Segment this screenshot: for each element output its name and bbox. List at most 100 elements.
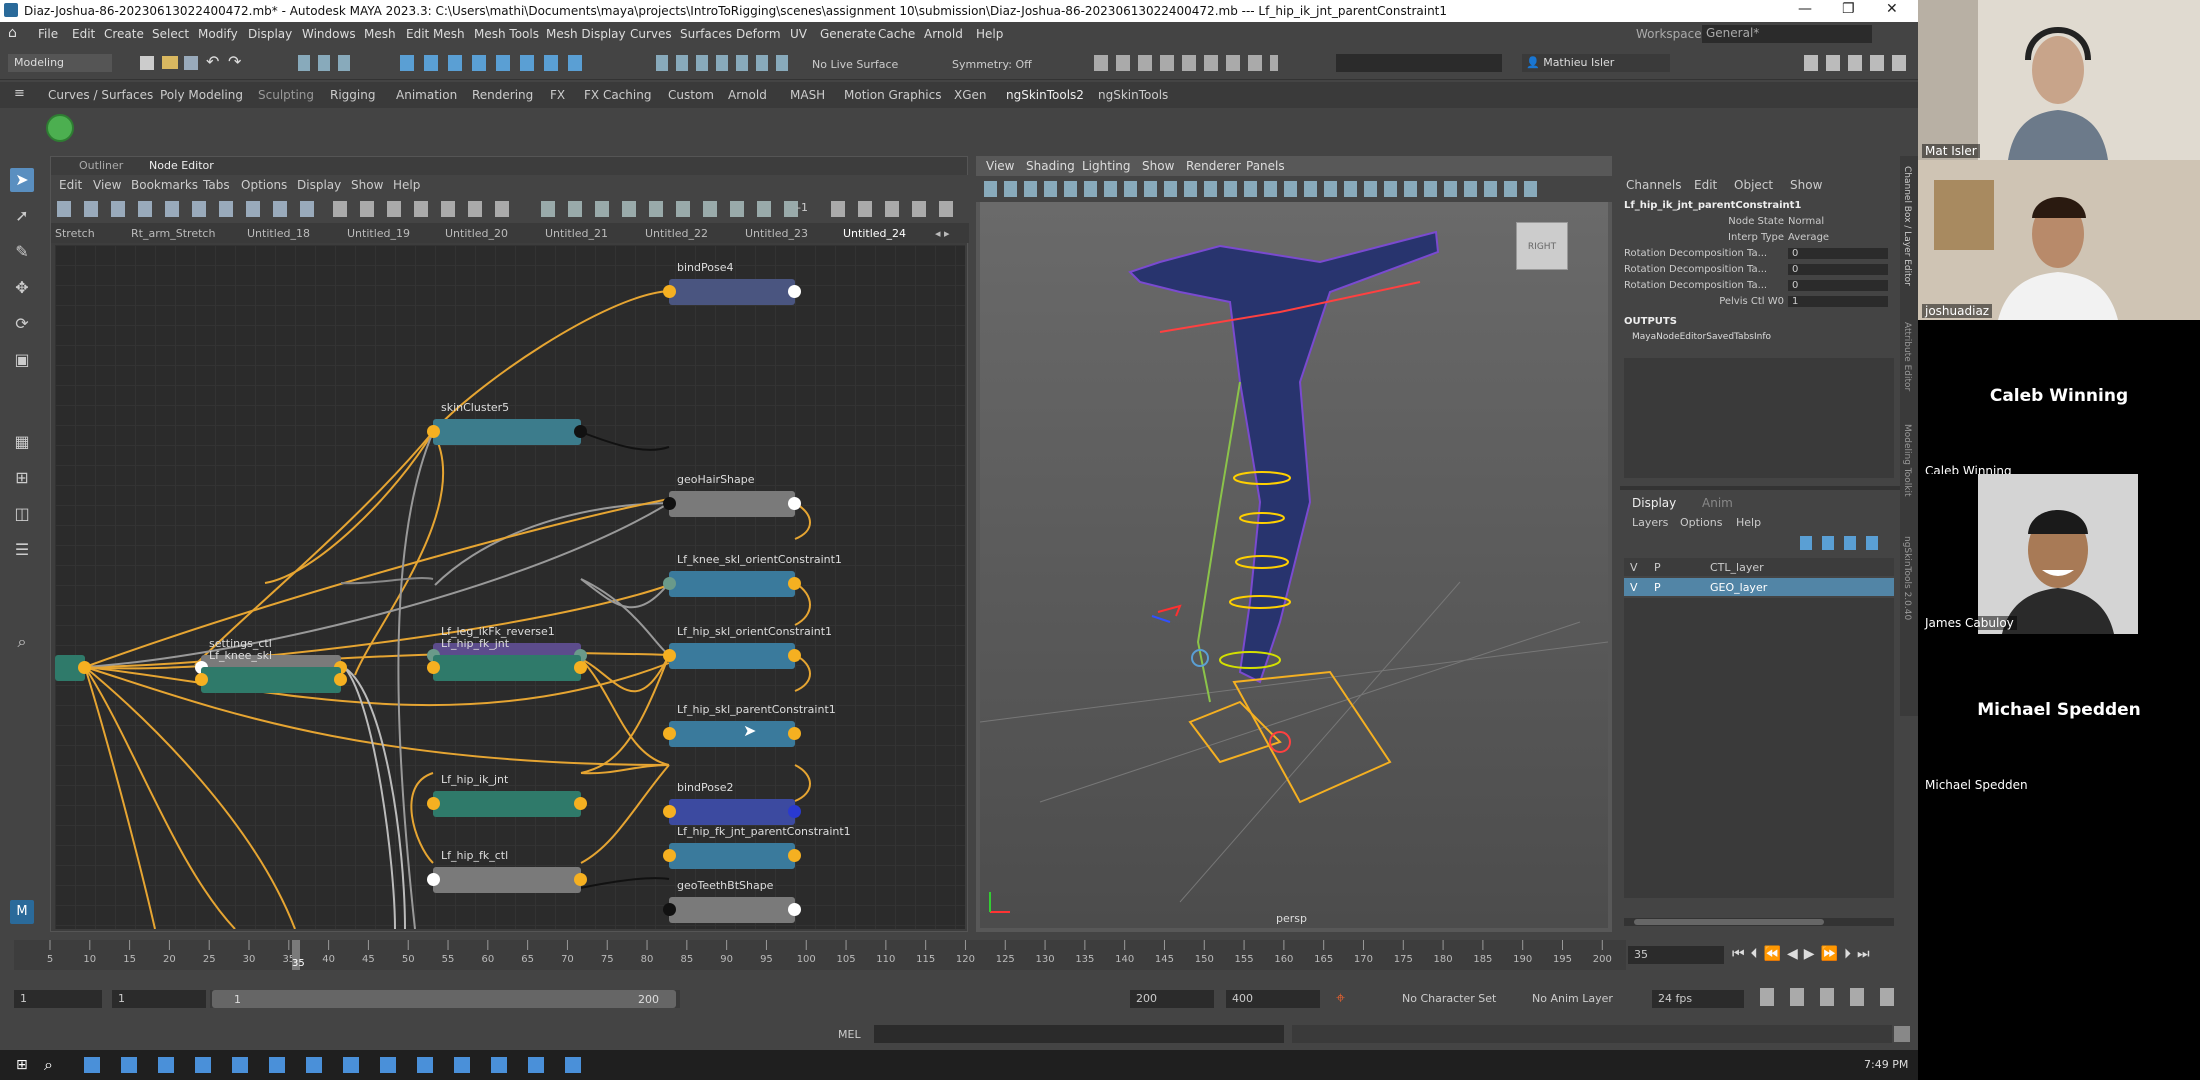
node-geoteethbtshape[interactable] (663, 897, 801, 923)
shelf-tab-xgen[interactable]: XGen (954, 88, 987, 102)
node-partial-left[interactable] (55, 655, 91, 681)
shelf-tab-animation[interactable]: Animation (396, 88, 457, 102)
panel-layout-icons[interactable] (1804, 55, 1912, 71)
participant-tile-no-video[interactable]: Michael Spedden Michael Spedden (1918, 634, 2200, 794)
le-menu-options[interactable]: Options (1680, 516, 1722, 529)
layout-four-icon[interactable]: ⊞ (10, 466, 34, 490)
menu-help[interactable]: Help (976, 27, 1003, 41)
shelf-tab-motion-graphics[interactable]: Motion Graphics (844, 88, 942, 102)
menu-mesh-tools[interactable]: Mesh Tools (474, 27, 539, 41)
graph-tabs-scroll-icon[interactable]: ◂ ▸ (935, 227, 950, 240)
undo-icon[interactable]: ↶ (206, 52, 219, 71)
playback-end-field[interactable]: 200 (1130, 990, 1214, 1008)
search-icon[interactable]: ⌕ (10, 630, 34, 654)
cb-attr-value[interactable]: 1 (1788, 296, 1888, 307)
cb-menu-object[interactable]: Object (1734, 178, 1773, 192)
node-geohairshape[interactable] (663, 491, 801, 517)
shelf-tab-sculpting[interactable]: Sculpting (258, 88, 314, 102)
horizontal-scrollbar[interactable] (1624, 918, 1894, 926)
node-knee-skl[interactable] (195, 667, 347, 693)
le-layer-tool-icons[interactable] (1800, 536, 1886, 550)
shelf-tab-fx[interactable]: FX (550, 88, 565, 102)
participant-video-tile[interactable]: joshuadiaz (1918, 160, 2200, 320)
layout-single-icon[interactable]: ▦ (10, 430, 34, 454)
search-icon[interactable]: ⌕ (44, 1055, 53, 1075)
graph-tab[interactable]: Untitled_23 (745, 227, 808, 240)
graph-tab[interactable]: Untitled_19 (347, 227, 410, 240)
layer-playback-toggle[interactable]: P (1654, 581, 1661, 594)
side-tab-modeling-toolkit[interactable]: Modeling Toolkit (1902, 424, 1912, 497)
ne-tool-icons-b[interactable] (333, 201, 513, 217)
le-menu-layers[interactable]: Layers (1632, 516, 1668, 529)
node-knee-orient-constraint[interactable] (663, 571, 801, 597)
layer-row-selected[interactable]: V P GEO_layer (1624, 578, 1894, 596)
side-tab-channel-box[interactable]: Channel Box / Layer Editor (1902, 166, 1912, 286)
menu-mesh-display[interactable]: Mesh Display (546, 27, 626, 41)
ne-menu-view[interactable]: View (93, 178, 121, 192)
taskbar-app-icons[interactable] (84, 1057, 584, 1073)
range-handle[interactable] (212, 990, 676, 1008)
graph-tab[interactable]: Untitled_22 (645, 227, 708, 240)
node-hip-parent-constraint[interactable] (663, 721, 801, 747)
layer-name[interactable]: GEO_layer (1710, 581, 1767, 594)
menu-modify[interactable]: Modify (198, 27, 238, 41)
ne-menu-bookmarks[interactable]: Bookmarks (131, 178, 198, 192)
paint-select-icon[interactable]: ✎ (10, 240, 34, 264)
shelf-tab-rigging[interactable]: Rigging (330, 88, 375, 102)
tab-outliner[interactable]: Outliner (79, 159, 123, 172)
minimize-button[interactable]: — (1798, 1, 1812, 17)
side-tab-attribute-editor[interactable]: Attribute Editor (1902, 322, 1912, 391)
menu-display[interactable]: Display (248, 27, 292, 41)
save-scene-icon[interactable] (184, 56, 198, 70)
rotate-tool-icon[interactable]: ⟳ (10, 312, 34, 336)
shelf-menu-icon[interactable]: ≡ (14, 86, 25, 101)
menu-select[interactable]: Select (152, 27, 189, 41)
lasso-tool-icon[interactable]: ➚ (10, 204, 34, 228)
menu-arnold[interactable]: Arnold (924, 27, 963, 41)
ne-tool-icons-a[interactable] (57, 201, 317, 217)
cb-attr-value[interactable]: 0 (1788, 280, 1888, 291)
node-hip-fk-jnt[interactable] (427, 655, 587, 681)
vp-menu-shading[interactable]: Shading (1026, 159, 1075, 173)
cb-node-name[interactable]: Lf_hip_ik_jnt_parentConstraint1 (1624, 200, 1801, 211)
auto-key-icon[interactable]: ⌖ (1336, 988, 1345, 1008)
anim-layer-dropdown[interactable]: No Anim Layer (1532, 992, 1613, 1005)
ne-menu-display[interactable]: Display (297, 178, 341, 192)
range-bar[interactable]: 1 200 (210, 990, 680, 1008)
layer-visibility-toggle[interactable]: V (1630, 561, 1638, 574)
current-frame-field[interactable]: 35 (1628, 946, 1724, 964)
snap-icons[interactable] (400, 55, 590, 71)
le-menu-help[interactable]: Help (1736, 516, 1761, 529)
playback-start-field[interactable]: 1 (112, 990, 206, 1008)
playback-controls[interactable]: ⏮⏴⏪◀▶⏩⏵⏭ (1732, 946, 1876, 962)
cb-attr-value[interactable]: 0 (1788, 264, 1888, 275)
layout-outliner-icon[interactable]: ☰ (10, 538, 34, 562)
redo-icon[interactable]: ↷ (228, 52, 241, 71)
participant-tile-no-video[interactable]: Caleb Winning Caleb Winning (1918, 320, 2200, 480)
ne-tool-icons-d[interactable] (831, 201, 961, 217)
open-scene-icon[interactable] (162, 56, 178, 69)
menu-windows[interactable]: Windows (302, 27, 356, 41)
ne-tool-icons-c[interactable] (541, 201, 811, 217)
mode-dropdown[interactable]: Modeling (8, 54, 112, 72)
cb-splitter[interactable] (1620, 486, 1900, 490)
graph-tab[interactable]: Stretch (55, 227, 95, 240)
graph-tab[interactable]: Untitled_21 (545, 227, 608, 240)
menu-uv[interactable]: UV (790, 27, 807, 41)
view-cube[interactable]: RIGHT (1516, 222, 1568, 270)
le-tab-display[interactable]: Display (1632, 496, 1676, 510)
ne-menu-options[interactable]: Options (241, 178, 287, 192)
shelf-tab-arnold[interactable]: Arnold (728, 88, 767, 102)
ne-menu-tabs[interactable]: Tabs (203, 178, 230, 192)
time-slider[interactable]: 5 10 15 20 25 30 35 40 45 50 55 60 65 70 75 80 85 90 95 100… (0, 940, 1918, 978)
graph-tab[interactable]: Rt_arm_Stretch (131, 227, 215, 240)
ngskintools-shelf-button[interactable] (46, 114, 74, 142)
menu-surfaces[interactable]: Surfaces (680, 27, 732, 41)
cb-menu-show[interactable]: Show (1790, 178, 1822, 192)
user-account-dropdown[interactable]: 👤 Mathieu Isler (1522, 54, 1670, 72)
layout-two-icon[interactable]: ◫ (10, 502, 34, 526)
vp-menu-renderer[interactable]: Renderer (1186, 159, 1241, 173)
menu-edit-mesh[interactable]: Edit Mesh (406, 27, 465, 41)
windows-start-icon[interactable]: ⊞ (16, 1057, 28, 1073)
cb-output-item[interactable]: MayaNodeEditorSavedTabsInfo (1632, 332, 1771, 342)
